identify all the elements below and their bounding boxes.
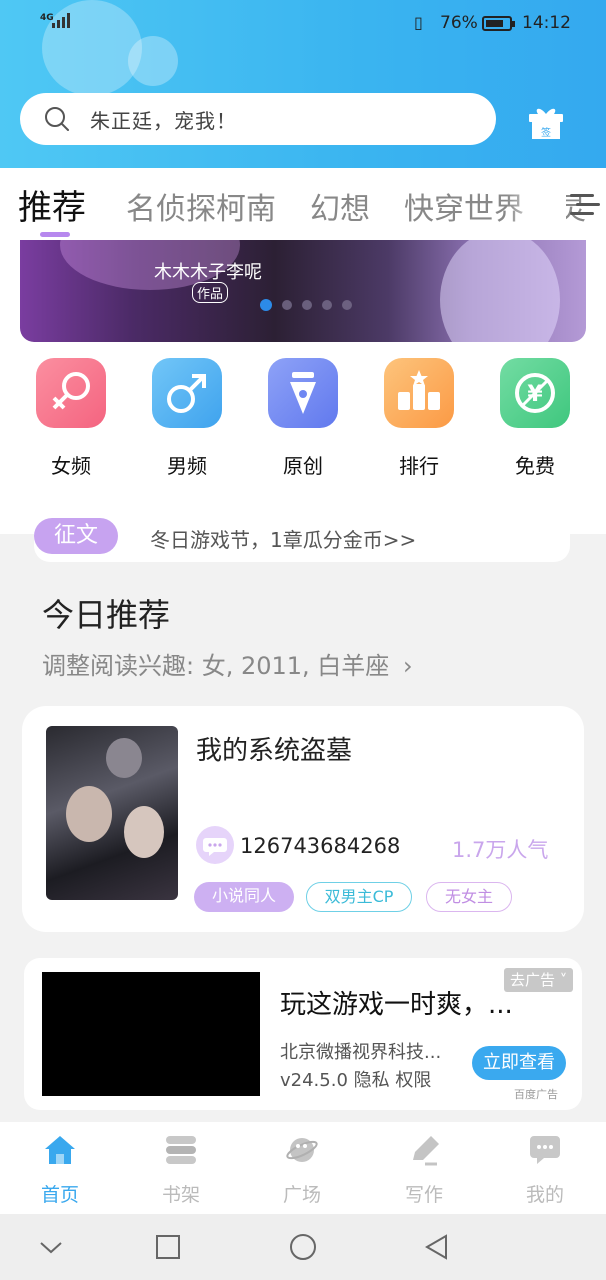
decor-bubble	[128, 36, 178, 86]
battery-percent: 76%	[440, 13, 478, 33]
category-label: 免费	[515, 454, 555, 478]
interest-settings-text: 调整阅读兴趣: 女, 2011, 白羊座	[42, 652, 390, 680]
app-header: 4G ▯ 76% 14:12 朱正廷，宠我！ 签	[0, 0, 606, 168]
tabs-menu-icon[interactable]	[570, 190, 600, 220]
free-yen-icon: ¥	[500, 358, 570, 428]
chat-bubble-icon	[530, 1136, 560, 1164]
book-title: 我的系统盗墓	[196, 736, 353, 766]
ad-card[interactable]: 玩这游戏一时爽，... 去广告 ˅ 北京微播视界科技... v24.5.0 隐私…	[24, 958, 582, 1110]
ranking-icon	[384, 358, 454, 428]
nav-square[interactable]: 广场	[262, 1134, 342, 1207]
tag-chip[interactable]: 双男主CP	[306, 882, 412, 912]
search-icon	[45, 107, 69, 131]
section-title: 今日推荐	[42, 596, 171, 634]
home-circle-icon[interactable]	[288, 1232, 318, 1262]
event-notice[interactable]: 征文 冬日游戏节，1章瓜分金币>>	[34, 516, 570, 562]
category-female[interactable]: 女频	[31, 358, 111, 479]
tab-conan[interactable]: 名侦探柯南	[126, 184, 276, 228]
ad-video[interactable]	[42, 972, 260, 1096]
category-male[interactable]: 男频	[147, 358, 227, 479]
ad-meta[interactable]: v24.5.0 隐私 权限	[280, 1066, 431, 1092]
status-bar: 4G ▯ 76% 14:12	[0, 10, 606, 38]
nav-label: 广场	[282, 1184, 321, 1206]
nav-home[interactable]: 首页	[20, 1134, 100, 1207]
chevron-down-icon[interactable]	[36, 1232, 66, 1262]
category-tabs: 推荐 名侦探柯南 幻想 快穿世界 灵	[0, 168, 606, 240]
view-now-button[interactable]: 立即查看	[472, 1046, 566, 1080]
back-triangle-icon[interactable]	[422, 1232, 452, 1262]
book-cover[interactable]	[46, 726, 178, 900]
remove-ad-label: 去广告	[510, 971, 556, 989]
recent-apps-icon[interactable]	[153, 1232, 183, 1262]
author-name: 126743684268	[240, 834, 401, 858]
system-nav-bar	[0, 1214, 606, 1280]
write-pencil-icon	[413, 1136, 439, 1166]
banner-tag: 作品	[192, 282, 229, 303]
chevron-right-icon: ›	[402, 652, 413, 680]
signal-icon	[52, 12, 70, 28]
gift-checkin-icon[interactable]: 签	[526, 104, 566, 140]
tag-chip[interactable]: 小说同人	[194, 882, 294, 912]
category-free[interactable]: ¥ 免费	[495, 358, 575, 479]
nav-label: 我的	[525, 1184, 564, 1206]
promo-banner[interactable]: 木木木子李呢 作品	[20, 240, 586, 342]
nav-label: 首页	[40, 1184, 79, 1206]
female-icon	[36, 358, 106, 428]
category-ranking[interactable]: 排行	[379, 358, 459, 479]
category-label: 原创	[283, 454, 323, 478]
banner-pagination	[260, 299, 352, 311]
interest-settings-link[interactable]: 调整阅读兴趣: 女, 2011, 白羊座 ›	[42, 646, 413, 681]
bottom-nav: 首页 书架 广场 写作 我的	[0, 1122, 606, 1214]
home-icon	[45, 1136, 75, 1164]
author-avatar	[196, 826, 234, 864]
search-bar[interactable]: 朱正廷，宠我！	[20, 93, 496, 145]
tab-fantasy[interactable]: 幻想	[310, 184, 370, 228]
search-placeholder: 朱正廷，宠我！	[90, 109, 237, 133]
banner-author: 木木木子李呢	[154, 262, 262, 283]
pen-nib-icon	[268, 358, 338, 428]
gift-label: 签	[541, 126, 551, 139]
vibrate-icon: ▯	[414, 13, 423, 32]
ad-company: 北京微播视界科技...	[280, 1042, 442, 1063]
popularity-count: 1.7万人气	[452, 838, 549, 862]
notice-text: 冬日游戏节，1章瓜分金币>>	[150, 528, 417, 552]
nav-bookshelf[interactable]: 书架	[141, 1134, 221, 1207]
nav-mine[interactable]: 我的	[505, 1134, 585, 1207]
ad-source: 百度广告	[514, 1088, 558, 1101]
battery-icon	[482, 16, 515, 31]
nav-label: 书架	[161, 1184, 200, 1206]
planet-icon	[286, 1138, 318, 1162]
category-label: 男频	[167, 454, 207, 478]
nav-write[interactable]: 写作	[384, 1134, 464, 1207]
book-card[interactable]: 我的系统盗墓 126743684268 1.7万人气 小说同人 双男主CP 无女…	[22, 706, 584, 932]
ad-title: 玩这游戏一时爽，...	[280, 990, 513, 1020]
category-label: 排行	[399, 454, 439, 478]
notice-badge: 征文	[34, 518, 118, 554]
remove-ad-button[interactable]: 去广告 ˅	[504, 968, 574, 992]
bookshelf-icon	[166, 1136, 196, 1164]
tab-indicator	[40, 232, 70, 237]
male-icon	[152, 358, 222, 428]
clock: 14:12	[522, 13, 571, 33]
category-original[interactable]: 原创	[263, 358, 343, 479]
tab-recommend[interactable]: 推荐	[18, 180, 86, 229]
nav-label: 写作	[404, 1184, 443, 1206]
chevron-down-icon: ˅	[559, 971, 568, 989]
tag-chip[interactable]: 无女主	[426, 882, 512, 912]
category-label: 女频	[51, 454, 91, 478]
